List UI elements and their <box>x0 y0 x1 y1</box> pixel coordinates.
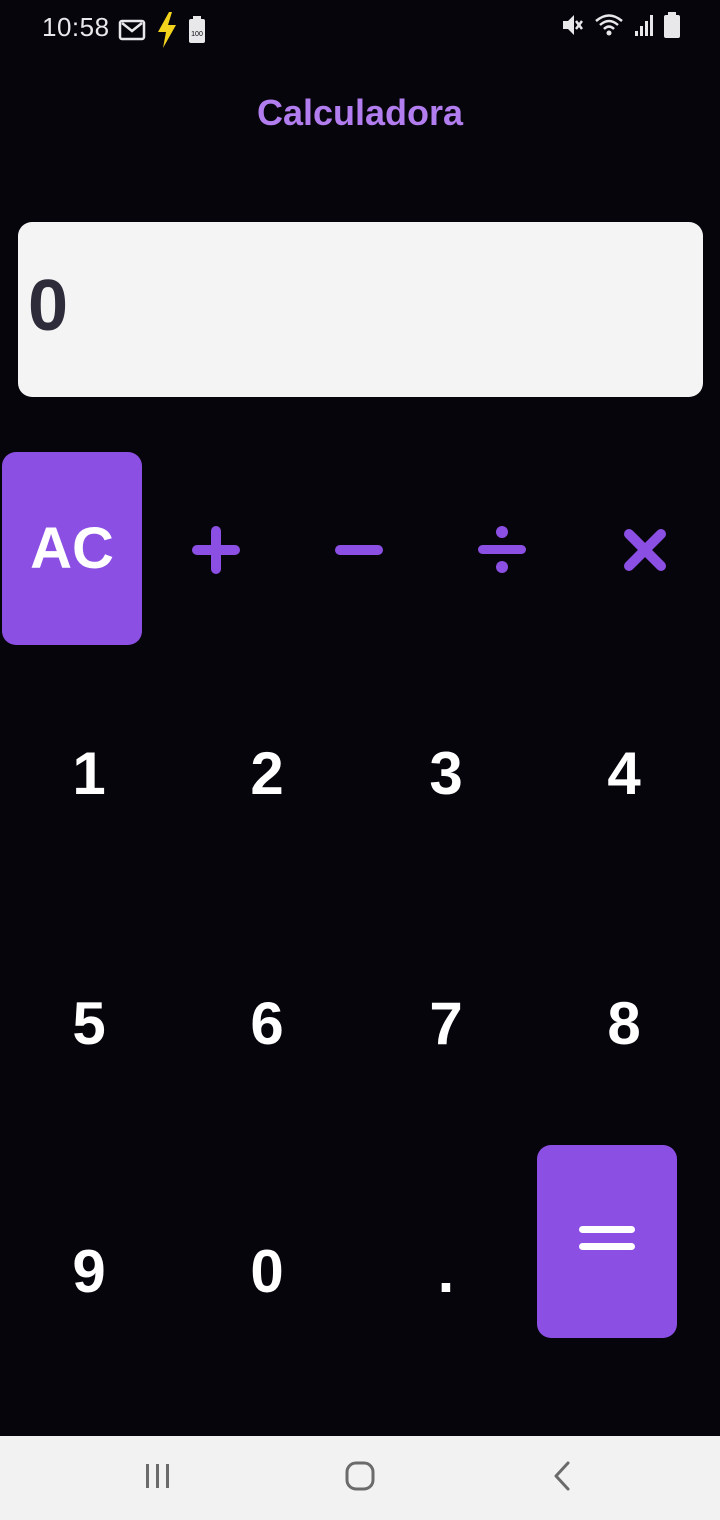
digit-7-button[interactable]: 7 <box>386 973 506 1073</box>
gmail-icon <box>118 18 146 42</box>
digit-6-button[interactable]: 6 <box>207 973 327 1073</box>
divide-icon <box>476 524 528 576</box>
recent-apps-button[interactable] <box>128 1454 188 1502</box>
recent-apps-icon <box>143 1462 173 1495</box>
battery-saver-icon: 100 <box>188 16 206 44</box>
charging-bolt-icon <box>156 12 178 48</box>
clear-button[interactable]: AC <box>2 452 142 645</box>
digit-9-button[interactable]: 9 <box>29 1221 149 1321</box>
plus-icon <box>190 524 242 576</box>
plus-button[interactable] <box>171 505 261 595</box>
decimal-button[interactable]: . <box>386 1221 506 1321</box>
digit-2-button[interactable]: 2 <box>207 723 327 823</box>
digit-5-button[interactable]: 5 <box>29 973 149 1073</box>
back-button[interactable] <box>532 1454 592 1502</box>
equals-icon <box>577 1224 637 1259</box>
divide-button[interactable] <box>457 505 547 595</box>
multiply-button[interactable] <box>600 505 690 595</box>
mute-icon <box>560 12 584 38</box>
home-button[interactable] <box>330 1454 390 1502</box>
display-value: 0 <box>28 266 69 346</box>
signal-icon <box>634 13 654 37</box>
status-right-icons <box>560 12 680 38</box>
status-left-icons: 100 <box>118 12 206 48</box>
status-time: 10:58 <box>42 12 110 42</box>
equals-button[interactable] <box>537 1145 677 1338</box>
multiply-icon <box>623 528 667 572</box>
digit-1-button[interactable]: 1 <box>29 723 149 823</box>
system-navigation-bar <box>0 1436 720 1520</box>
digit-0-button[interactable]: 0 <box>207 1221 327 1321</box>
minus-icon <box>333 524 385 576</box>
digit-8-button[interactable]: 8 <box>564 973 684 1073</box>
svg-text:100: 100 <box>191 31 203 38</box>
back-icon <box>550 1460 574 1497</box>
minus-button[interactable] <box>314 505 404 595</box>
digit-3-button[interactable]: 3 <box>386 723 506 823</box>
battery-icon <box>664 12 680 38</box>
result-display <box>18 222 703 397</box>
digit-4-button[interactable]: 4 <box>564 723 684 823</box>
app-title: Calculadora <box>256 92 464 133</box>
status-bar: 10:58 100 <box>0 0 720 56</box>
wifi-icon <box>594 12 624 38</box>
home-icon <box>344 1460 376 1497</box>
